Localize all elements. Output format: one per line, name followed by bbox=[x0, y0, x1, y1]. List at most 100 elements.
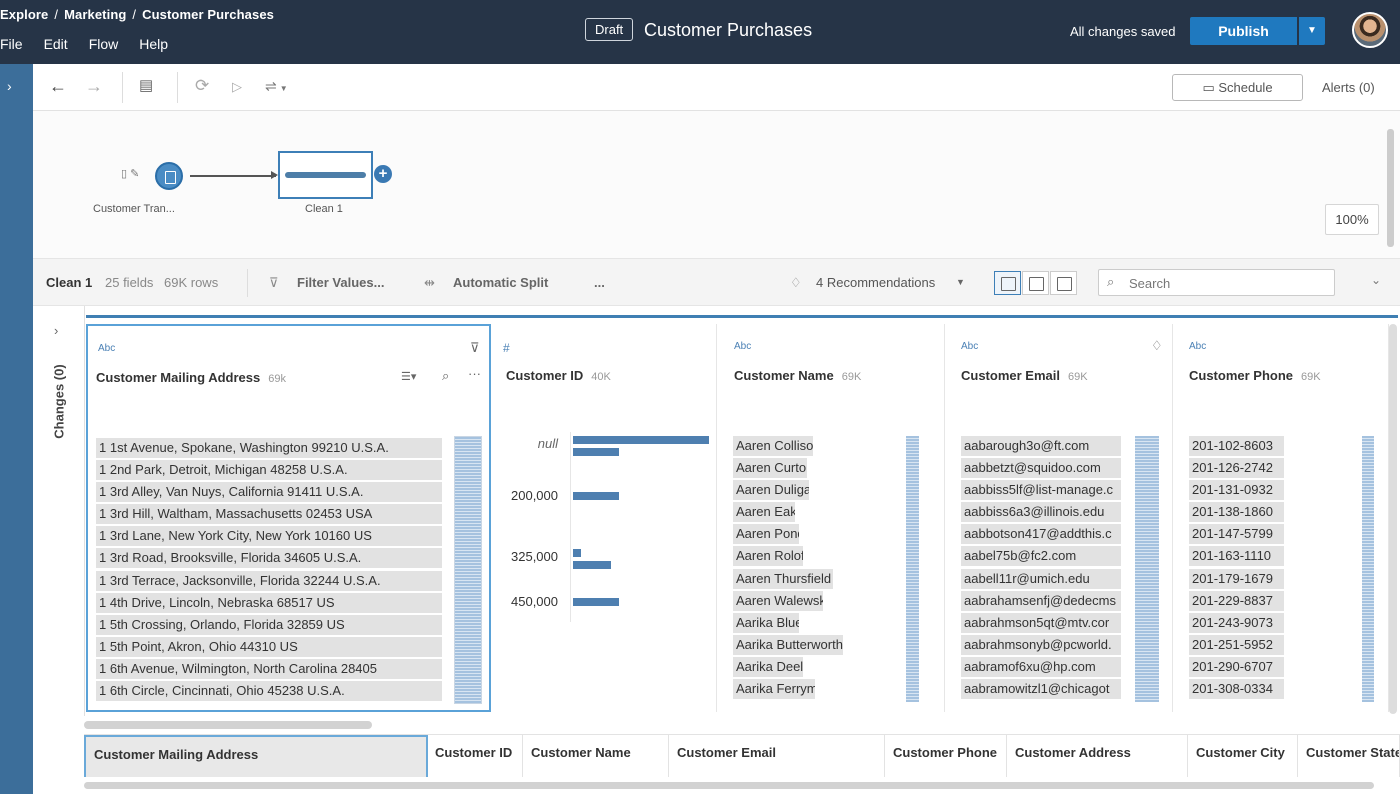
search-icon[interactable]: ⌕ bbox=[442, 368, 449, 384]
value-bar[interactable]: Aaren Curtois bbox=[733, 458, 807, 479]
value-bar[interactable]: 201-179-1679 bbox=[1189, 568, 1284, 589]
value-bar[interactable]: aabbotson417@addthis.c bbox=[961, 524, 1121, 545]
value-bar[interactable]: 201-126-2742 bbox=[1189, 458, 1284, 479]
lightbulb-icon[interactable]: ♢ bbox=[1151, 338, 1163, 354]
string-type-icon[interactable]: Abc bbox=[98, 343, 115, 354]
table-view-icon[interactable] bbox=[1022, 271, 1049, 295]
histogram-bar[interactable] bbox=[573, 598, 619, 606]
alerts-button[interactable]: Alerts (0) bbox=[1322, 80, 1375, 95]
value-bar[interactable]: aabrahamsenfj@dedecms bbox=[961, 590, 1121, 611]
back-arrow-icon[interactable]: ← bbox=[49, 76, 67, 97]
sliders-icon[interactable]: ⇌ ▼ bbox=[265, 78, 288, 95]
value-scroll-summary[interactable] bbox=[1362, 436, 1374, 702]
input-node[interactable] bbox=[155, 162, 183, 190]
value-bar[interactable]: Aaren Roloff bbox=[733, 546, 803, 567]
more-options-button[interactable]: ... bbox=[594, 275, 605, 290]
value-bar[interactable]: 1 5th Crossing, Orlando, Florida 32859 U… bbox=[96, 614, 442, 635]
value-scroll-summary[interactable] bbox=[454, 436, 482, 704]
filter-funnel-icon[interactable]: ⊽ bbox=[269, 275, 279, 291]
grid-header-customer-id[interactable]: Customer ID bbox=[427, 735, 523, 777]
value-bar[interactable]: 1 6th Avenue, Wilmington, North Carolina… bbox=[96, 658, 442, 679]
clean-step-node[interactable] bbox=[278, 151, 373, 199]
value-bar[interactable]: aabramof6xu@hp.com bbox=[961, 656, 1121, 677]
changes-panel[interactable]: › Changes (0) bbox=[33, 306, 85, 716]
value-bar[interactable]: 201-138-1860 bbox=[1189, 502, 1284, 523]
add-step-plus-icon[interactable]: + bbox=[374, 165, 392, 183]
value-bar[interactable]: Aarika Butterworth bbox=[733, 634, 843, 655]
value-bar[interactable]: 1 6th Circle, Cincinnati, Ohio 45238 U.S… bbox=[96, 681, 442, 702]
cards-vertical-scrollbar[interactable] bbox=[1389, 324, 1397, 714]
list-view-icon[interactable] bbox=[1050, 271, 1077, 295]
breadcrumb-explore[interactable]: Explore bbox=[0, 7, 48, 22]
value-bar[interactable]: aabrahmsonyb@pcworld. bbox=[961, 634, 1121, 655]
value-bar[interactable]: 201-308-0334 bbox=[1189, 679, 1284, 700]
save-disk-icon[interactable]: ▤ bbox=[139, 76, 153, 94]
value-bar[interactable]: 201-163-1110 bbox=[1189, 546, 1284, 567]
column-name[interactable]: Customer Phone 69K bbox=[1189, 368, 1321, 383]
profile-view-icon[interactable] bbox=[994, 271, 1021, 295]
value-bar[interactable]: 201-102-8603 bbox=[1189, 436, 1284, 456]
publish-dropdown-button[interactable]: ▼ bbox=[1299, 17, 1325, 45]
value-bar[interactable]: aabell11r@umich.edu bbox=[961, 568, 1121, 589]
column-name[interactable]: Customer Email 69K bbox=[961, 368, 1088, 383]
value-bar[interactable]: aabbiss6a3@illinois.edu bbox=[961, 502, 1121, 523]
grid-header-customer-phone[interactable]: Customer Phone bbox=[885, 735, 1007, 777]
zoom-level[interactable]: 100% bbox=[1325, 204, 1379, 235]
profile-card-customer-id[interactable]: # Customer ID 40K null 200,000 325,000 450,0… bbox=[493, 324, 717, 712]
split-icon[interactable]: ⇹ bbox=[424, 275, 435, 291]
value-bar[interactable]: 1 3rd Terrace, Jacksonville, Florida 322… bbox=[96, 570, 442, 591]
value-bar[interactable]: Aaren Ponde bbox=[733, 524, 799, 545]
collapse-chevron-icon[interactable]: ⌄ bbox=[1371, 273, 1381, 287]
expand-chevron-icon[interactable]: › bbox=[7, 78, 12, 94]
chevron-down-icon[interactable]: ▼ bbox=[956, 277, 965, 287]
value-bar[interactable]: 1 4th Drive, Lincoln, Nebraska 68517 US bbox=[96, 592, 442, 613]
recommendations-dropdown[interactable]: 4 Recommendations bbox=[816, 275, 935, 290]
string-type-icon[interactable]: Abc bbox=[1189, 341, 1206, 352]
grid-horizontal-scrollbar[interactable] bbox=[84, 782, 1374, 789]
number-type-icon[interactable]: # bbox=[503, 341, 510, 355]
filter-values-button[interactable]: Filter Values... bbox=[297, 275, 384, 290]
profile-card-customer-phone[interactable]: Abc Customer Phone 69K 201-102-8603 201-1… bbox=[1177, 324, 1389, 712]
search-input[interactable]: ⌕ Search bbox=[1098, 269, 1335, 296]
value-bar[interactable]: 1 3rd Lane, New York City, New York 1016… bbox=[96, 526, 442, 547]
value-bar[interactable]: Aaren Walewski bbox=[733, 590, 823, 611]
value-bar[interactable]: 1 3rd Alley, Van Nuys, California 91411 … bbox=[96, 482, 442, 503]
value-bar[interactable]: 201-131-0932 bbox=[1189, 480, 1284, 501]
profile-card-mailing-address[interactable]: Abc ⊽ Customer Mailing Address 69k ☰▾ ⌕ ·… bbox=[86, 324, 491, 712]
profile-horizontal-scrollbar[interactable] bbox=[84, 721, 372, 729]
histogram-bar[interactable] bbox=[573, 436, 709, 444]
forward-arrow-icon[interactable]: → bbox=[85, 76, 103, 97]
flow-canvas[interactable]: ▯ ✎ Customer Tran... + Clean 1 100% bbox=[33, 111, 1400, 258]
value-bar[interactable]: Aaren Eakle bbox=[733, 502, 795, 523]
column-name[interactable]: Customer ID 40K bbox=[506, 368, 611, 383]
histogram-bar[interactable] bbox=[573, 448, 619, 456]
value-bar[interactable]: 201-290-6707 bbox=[1189, 656, 1284, 677]
chevron-right-icon[interactable]: › bbox=[54, 323, 58, 338]
value-bar[interactable]: 201-229-8837 bbox=[1189, 590, 1284, 611]
value-scroll-summary[interactable] bbox=[906, 436, 919, 702]
automatic-split-button[interactable]: Automatic Split bbox=[453, 275, 548, 290]
filter-funnel-icon[interactable]: ⊽ bbox=[470, 340, 480, 356]
publish-button[interactable]: Publish bbox=[1190, 17, 1297, 45]
refresh-icon[interactable]: ⟳ bbox=[195, 76, 209, 96]
value-bar[interactable]: aabrahmson5qt@mtv.cor bbox=[961, 612, 1121, 633]
grid-header-customer-state[interactable]: Customer State bbox=[1298, 735, 1400, 777]
value-bar[interactable]: 1 5th Point, Akron, Ohio 44310 US bbox=[96, 636, 442, 657]
grid-header-customer-email[interactable]: Customer Email bbox=[669, 735, 885, 777]
string-type-icon[interactable]: Abc bbox=[734, 341, 751, 352]
schedule-button[interactable]: ▭ Schedule bbox=[1172, 74, 1303, 101]
column-name[interactable]: Customer Mailing Address 69k bbox=[96, 370, 286, 385]
value-bar[interactable]: 201-251-5952 bbox=[1189, 634, 1284, 655]
value-scroll-summary[interactable] bbox=[1135, 436, 1159, 702]
sort-icon[interactable]: ☰▾ bbox=[401, 370, 416, 383]
value-bar[interactable]: aabarough3o@ft.com bbox=[961, 436, 1121, 456]
value-bar[interactable]: aabbiss5lf@list-manage.c bbox=[961, 480, 1121, 501]
menu-help[interactable]: Help bbox=[139, 36, 168, 52]
profile-card-customer-name[interactable]: Abc Customer Name 69K Aaren Collison Aare… bbox=[721, 324, 945, 712]
run-play-icon[interactable]: ▷ bbox=[232, 79, 242, 95]
menu-edit[interactable]: Edit bbox=[44, 36, 68, 52]
source-edit-icons[interactable]: ▯ ✎ bbox=[121, 167, 139, 180]
value-bar[interactable]: aabramowitzl1@chicagot bbox=[961, 679, 1121, 700]
breadcrumb-marketing[interactable]: Marketing bbox=[64, 7, 126, 22]
value-bar[interactable]: 201-147-5799 bbox=[1189, 524, 1284, 545]
